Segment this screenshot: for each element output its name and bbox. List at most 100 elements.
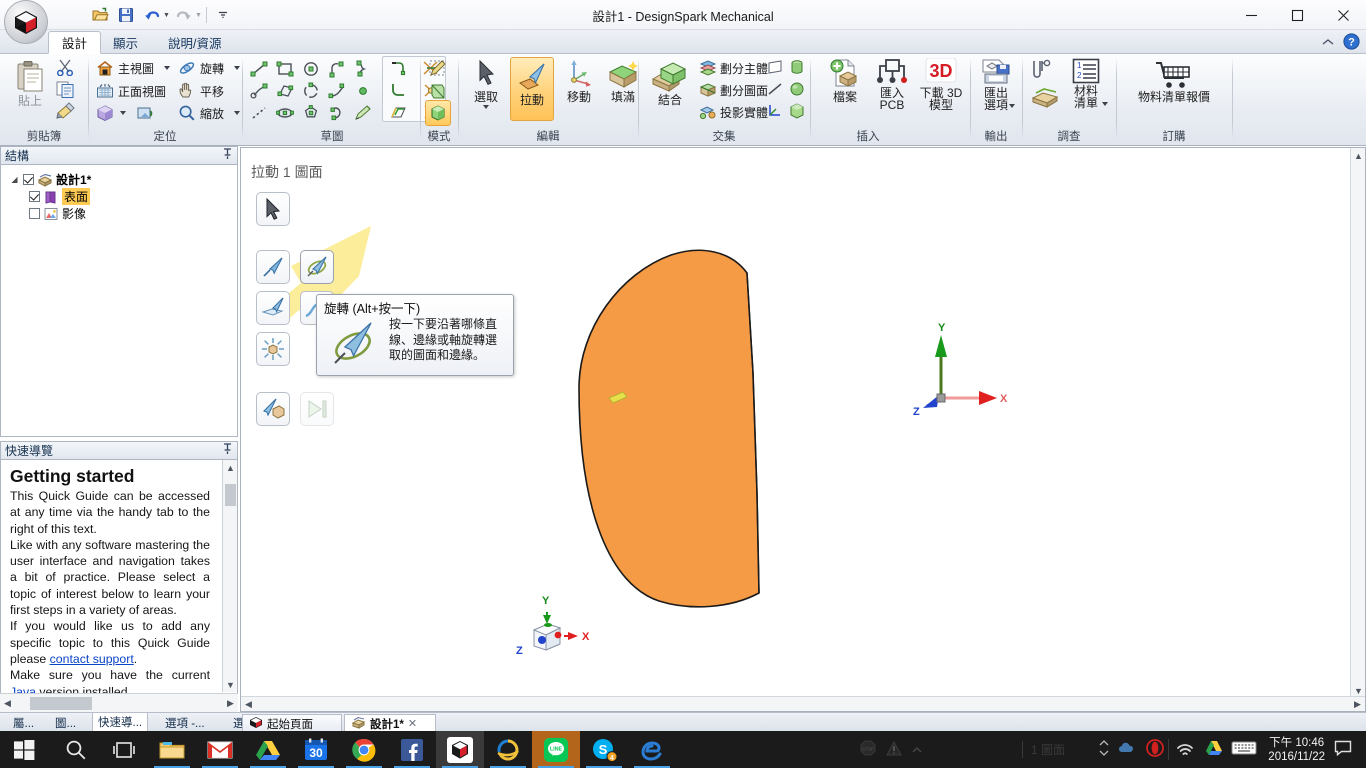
taskbar-app-google-drive[interactable] [244,731,292,768]
trim-away-tool[interactable] [383,57,415,79]
bottom-tab-layers[interactable]: 圖... [50,713,81,732]
pin-icon[interactable] [222,148,233,163]
home-view-caret-icon[interactable] [164,66,171,70]
contact-support-link[interactable]: contact support [50,652,134,666]
tree-checkbox[interactable] [29,208,40,219]
material-button[interactable] [1030,84,1060,111]
origin-tool[interactable] [764,100,786,122]
tree-checkbox[interactable] [23,174,34,185]
stop-icon[interactable]: STOP [860,740,876,759]
pull-direction-button[interactable] [256,250,290,284]
scroll-right-icon[interactable]: ▶ [1350,697,1365,712]
document-tab-design1[interactable]: 設計1* ✕ [344,714,436,732]
export-button[interactable]: 匯出 選項 [975,58,1017,111]
plane-tool[interactable] [764,56,786,78]
pull-button[interactable]: 拉動 [510,57,554,121]
spin-button[interactable]: 旋轉 [178,59,240,77]
bottom-tab-quick-guide[interactable]: 快速導... [92,713,149,732]
collapse-ribbon-icon[interactable] [1321,36,1335,51]
quick-guide-horizontal-scrollbar[interactable]: ◀ ▶ [0,693,238,712]
rectangle-tool[interactable] [272,58,298,80]
insert-file-button[interactable]: 檔案 [824,58,866,104]
scrollbar-thumb[interactable] [225,484,236,506]
y-face-dot[interactable] [544,623,552,627]
sweep-arc-tool[interactable] [324,102,350,124]
taskbar-app-calendar[interactable]: 30 [292,731,340,768]
cut-button[interactable] [56,58,74,79]
tree-checkbox[interactable] [29,191,40,202]
triad-origin-handle[interactable] [936,393,946,403]
taskbar-app-file-explorer[interactable] [148,731,196,768]
taskbar-app-skype[interactable]: S 4 [580,731,628,768]
scroll-up-icon[interactable]: ▲ [1351,148,1366,163]
construction-line-tool[interactable] [246,102,272,124]
warning-icon[interactable] [886,740,902,759]
bottom-tab-options[interactable]: 選項 -... [160,713,210,732]
tree-node-surface[interactable]: 表面 [7,188,237,205]
pan-button[interactable]: 平移 [178,82,224,100]
split-face-button[interactable]: 劃分圖面 [698,81,768,99]
scroll-right-icon[interactable]: ▶ [223,696,238,711]
viewport-vertical-scrollbar[interactable]: ▲ ▼ [1350,148,1365,698]
windows-start-button[interactable] [0,731,48,768]
scale-body-button[interactable] [256,332,290,366]
cylinder-tool[interactable] [786,56,808,78]
line-axis-tool[interactable] [764,78,786,100]
revolve-button[interactable] [300,250,334,284]
component-tool[interactable] [786,100,808,122]
previous-view-icon[interactable] [136,104,154,122]
opera-icon[interactable] [1142,739,1168,760]
home-view-button[interactable]: 主視圖 [96,59,171,77]
circle-tool[interactable] [298,58,324,80]
taskbar-search-button[interactable] [52,731,100,768]
tab-design[interactable]: 設計 [48,31,102,54]
corner-tool[interactable] [383,79,415,101]
pull-to-point-button[interactable] [256,392,290,426]
expand-icon[interactable] [912,743,922,757]
sphere-tool[interactable] [786,78,808,100]
spin-caret-icon[interactable] [234,66,240,70]
zoom-caret-icon[interactable] [234,111,240,115]
taskbar-app-facebook[interactable] [388,731,436,768]
view-cube-button[interactable] [96,104,154,122]
scroll-left-icon[interactable]: ◀ [241,697,256,712]
bom-quote-button[interactable]: 物料清單報價 [1122,60,1226,104]
measure-button[interactable] [1030,59,1058,84]
wifi-icon[interactable] [1168,739,1201,760]
action-center-icon[interactable] [1332,740,1360,759]
x-axis-arrow[interactable] [979,391,997,405]
scroll-down-icon[interactable]: ▼ [223,677,237,692]
viewport-horizontal-scrollbar[interactable]: ◀ ▶ [241,696,1365,711]
tree-node-design[interactable]: ◢ 設計1* [7,171,237,188]
orientation-axis-widget[interactable]: Y X Z [496,578,606,678]
task-view-button[interactable] [100,731,148,768]
line-tool[interactable] [246,58,272,80]
taskbar-app-chrome[interactable] [340,731,388,768]
taskbar-app-line[interactable]: LINE [532,731,580,768]
export-caret-icon[interactable] [1009,104,1015,108]
next-step-button[interactable] [300,392,334,426]
polygon-tool[interactable] [298,102,324,124]
bom-button[interactable]: 1 2 材料 清單 [1064,58,1108,109]
maximize-button[interactable] [1274,0,1320,30]
format-painter-button[interactable] [56,102,75,122]
taskbar-clock[interactable]: 下午 10:46 2016/11/22 [1261,736,1332,764]
move-handle-triad[interactable]: Y X Z [901,323,1031,443]
offset-tool[interactable] [383,101,415,123]
help-icon[interactable]: ? [1343,33,1360,53]
pin-icon[interactable] [222,443,233,458]
paste-button[interactable]: 貼上 [8,60,52,108]
y-axis-arrow[interactable] [935,335,947,357]
taskbar-app-internet-explorer[interactable] [484,731,532,768]
three-point-arc-tool[interactable] [298,80,324,102]
close-icon[interactable]: ✕ [408,717,417,730]
spline-tool[interactable] [350,58,376,80]
three-point-rectangle-tool[interactable] [272,80,298,102]
minimize-button[interactable] [1228,0,1274,30]
tab-display[interactable]: 顯示 [100,31,151,54]
move-button[interactable]: 移動 [558,58,600,104]
tangent-arc-tool[interactable] [324,58,350,80]
zoom-button[interactable]: 縮放 [178,104,240,122]
project-solid-button[interactable]: 投影實體 [698,103,768,121]
pull-both-sides-button[interactable] [256,291,290,325]
